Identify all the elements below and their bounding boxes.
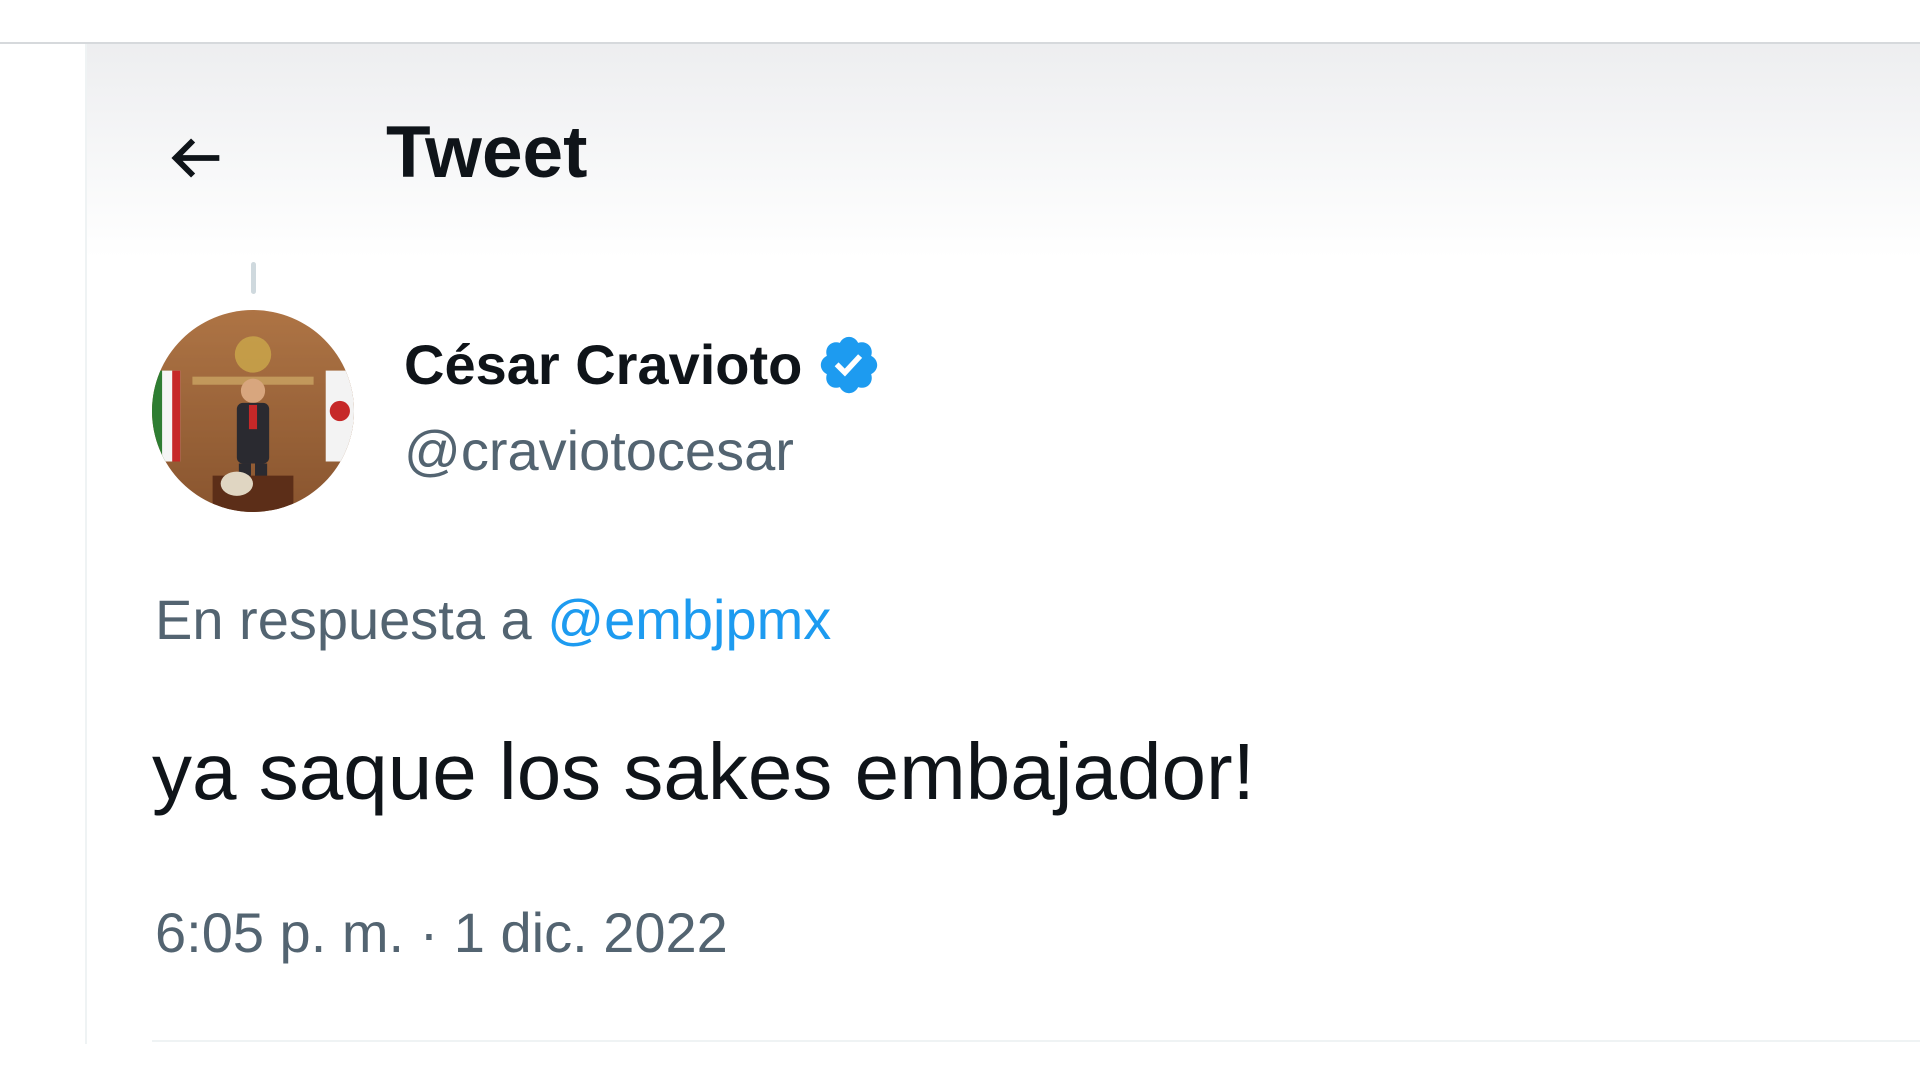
arrow-left-icon	[171, 138, 220, 178]
avatar[interactable]	[152, 310, 354, 512]
verified-badge-icon	[821, 336, 878, 394]
back-button[interactable]	[148, 110, 244, 206]
browser-top-bar	[0, 0, 1920, 44]
reply-context: En respuesta a @embjpmx	[155, 585, 831, 655]
author-name[interactable]: César Cravioto	[404, 330, 802, 400]
tweet-text: ya saque los sakes embajador!	[152, 727, 1255, 816]
tweet-timestamp[interactable]: 6:05 p. m. · 1 dic. 2022	[155, 898, 728, 968]
avatar-photo	[152, 310, 354, 512]
divider	[152, 1040, 1920, 1042]
author-handle[interactable]: @craviotocesar	[404, 416, 794, 486]
reply-to-handle-link[interactable]: @embjpmx	[547, 588, 831, 651]
author-name-row[interactable]: César Cravioto	[404, 330, 882, 400]
page-title: Tweet	[386, 112, 588, 193]
tweet-header	[87, 44, 1920, 258]
thread-connector-line	[251, 262, 256, 294]
reply-prefix: En respuesta a	[155, 588, 532, 651]
